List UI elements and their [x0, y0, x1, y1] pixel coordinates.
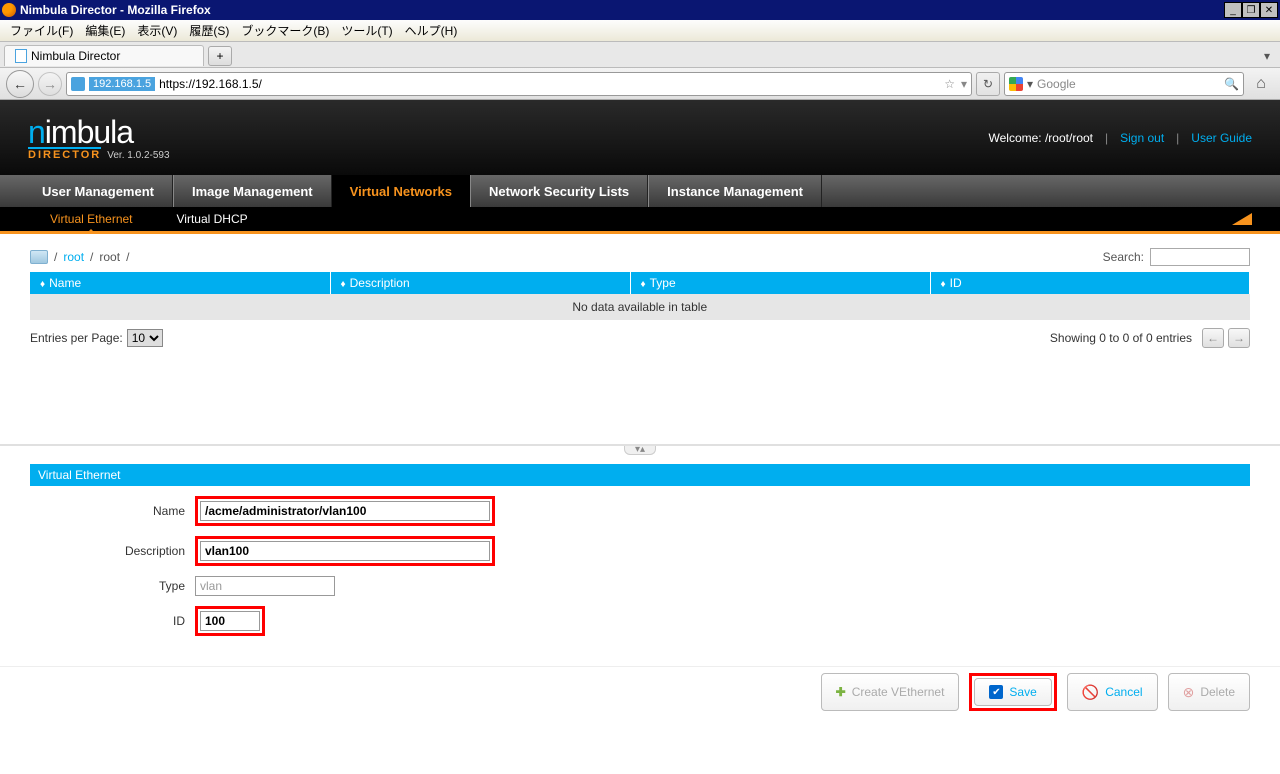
breadcrumb-root1[interactable]: root [63, 250, 84, 264]
type-input [195, 576, 335, 596]
main-nav: User Management Image Management Virtual… [0, 175, 1280, 207]
splitter[interactable]: ▾▴ [0, 444, 1280, 454]
sort-icon: ♦ [40, 279, 45, 290]
window-titlebar: Nimbula Director - Mozilla Firefox _ ❐ ✕ [0, 0, 1280, 20]
page-icon [15, 49, 27, 63]
create-vethernet-button[interactable]: ✚ Create VEthernet [821, 673, 960, 711]
id-input[interactable] [200, 611, 260, 631]
bookmark-star-icon[interactable]: ☆ [944, 77, 955, 91]
splitter-handle-icon[interactable]: ▾▴ [624, 446, 656, 455]
site-favicon [71, 77, 85, 91]
check-icon: ✔ [989, 685, 1003, 699]
search-placeholder: Google [1037, 77, 1076, 91]
search-dropdown[interactable]: ▾ [1027, 77, 1033, 91]
plus-icon: ✚ [836, 685, 846, 699]
url-host-badge: 192.168.1.5 [89, 77, 155, 91]
col-id[interactable]: ♦ID [930, 272, 1250, 294]
signout-link[interactable]: Sign out [1120, 131, 1164, 145]
search-box[interactable]: ▾ Google 🔍 [1004, 72, 1244, 96]
table-footer: Entries per Page: 10 Showing 0 to 0 of 0… [30, 328, 1250, 348]
sub-nav: Virtual Ethernet Virtual DHCP [0, 207, 1280, 234]
entries-label: Entries per Page: [30, 331, 123, 345]
pager-prev[interactable]: ← [1202, 328, 1224, 348]
name-input[interactable] [200, 501, 490, 521]
data-table: ♦Name ♦Description ♦Type ♦ID No data ava… [30, 272, 1250, 320]
type-label: Type [30, 579, 195, 593]
menu-tools[interactable]: ツール(T) [335, 20, 398, 41]
google-icon [1009, 77, 1023, 91]
nav-virtual-networks[interactable]: Virtual Networks [332, 175, 470, 207]
search-label: Search: [1103, 250, 1144, 264]
menu-file[interactable]: ファイル(F) [4, 20, 79, 41]
nav-network-security[interactable]: Network Security Lists [470, 175, 648, 207]
name-label: Name [30, 504, 195, 518]
menu-help[interactable]: ヘルプ(H) [399, 20, 464, 41]
tab-dropdown[interactable]: ▾ [1258, 49, 1276, 63]
save-button[interactable]: ✔ Save [974, 678, 1051, 706]
no-data-row: No data available in table [30, 294, 1250, 320]
forward-button[interactable]: → [38, 72, 62, 96]
reload-button[interactable]: ↻ [976, 72, 1000, 96]
menu-view[interactable]: 表示(V) [131, 20, 183, 41]
folder-icon[interactable] [30, 250, 48, 264]
window-title: Nimbula Director - Mozilla Firefox [20, 3, 211, 17]
tabbar: Nimbula Director + ▾ [0, 42, 1280, 68]
sort-icon: ♦ [941, 279, 946, 290]
id-label: ID [30, 614, 195, 628]
logo-imbula: imbula [45, 114, 133, 150]
userguide-link[interactable]: User Guide [1191, 131, 1252, 145]
form-section: Virtual Ethernet Name Description Type I… [0, 454, 1280, 666]
home-button[interactable]: ⌂ [1248, 72, 1274, 96]
delete-button[interactable]: ⊗ Delete [1168, 673, 1250, 711]
tab-title: Nimbula Director [31, 49, 120, 63]
maximize-button[interactable]: ❐ [1242, 2, 1260, 18]
pager-next[interactable]: → [1228, 328, 1250, 348]
desc-label: Description [30, 544, 195, 558]
breadcrumb-root2: root [99, 250, 120, 264]
nav-user-management[interactable]: User Management [24, 175, 173, 207]
urlbar: ← → 192.168.1.5 https://192.168.1.5/ ☆ ▾… [0, 68, 1280, 100]
menubar: ファイル(F) 編集(E) 表示(V) 履歴(S) ブックマーク(B) ツール(… [0, 20, 1280, 42]
entries-select[interactable]: 10 [127, 329, 163, 347]
menu-bookmarks[interactable]: ブックマーク(B) [235, 20, 335, 41]
url-dropdown[interactable]: ▾ [961, 77, 967, 91]
welcome-text: Welcome: /root/root [989, 131, 1093, 145]
app-header: nimbula DIRECTOR Ver. 1.0.2-593 Welcome:… [0, 100, 1280, 175]
sort-icon: ♦ [341, 279, 346, 290]
search-input[interactable] [1150, 248, 1250, 266]
sort-icon: ♦ [641, 279, 646, 290]
minimize-button[interactable]: _ [1224, 2, 1242, 18]
cancel-button[interactable]: 🚫 Cancel [1067, 673, 1158, 711]
menu-history[interactable]: 履歴(S) [183, 20, 235, 41]
search-icon[interactable]: 🔍 [1224, 77, 1239, 91]
tab-nimbula[interactable]: Nimbula Director [4, 45, 204, 66]
subnav-virtual-dhcp[interactable]: Virtual DHCP [155, 207, 270, 231]
col-description[interactable]: ♦Description [330, 272, 630, 294]
url-input[interactable]: 192.168.1.5 https://192.168.1.5/ ☆ ▾ [66, 72, 972, 96]
content-area: / root / root / Search: ♦Name ♦Descripti… [0, 234, 1280, 354]
subnav-corner [1232, 213, 1252, 225]
showing-text: Showing 0 to 0 of 0 entries [1050, 331, 1192, 345]
description-input[interactable] [200, 541, 490, 561]
action-bar: ✚ Create VEthernet ✔ Save 🚫 Cancel ⊗ Del… [0, 666, 1280, 717]
logo-version: Ver. 1.0.2-593 [107, 150, 169, 161]
new-tab-button[interactable]: + [208, 46, 232, 66]
nav-image-management[interactable]: Image Management [173, 175, 332, 207]
logo-n: n [28, 114, 45, 150]
col-type[interactable]: ♦Type [630, 272, 930, 294]
subnav-virtual-ethernet[interactable]: Virtual Ethernet [28, 207, 155, 231]
firefox-icon [2, 3, 16, 17]
menu-edit[interactable]: 編集(E) [79, 20, 131, 41]
cancel-icon: 🚫 [1082, 684, 1099, 701]
delete-icon: ⊗ [1183, 684, 1195, 701]
form-header: Virtual Ethernet [30, 464, 1250, 486]
close-button[interactable]: ✕ [1260, 2, 1278, 18]
logo-director: DIRECTOR [28, 147, 101, 161]
nav-instance-management[interactable]: Instance Management [648, 175, 822, 207]
breadcrumb: / root / root / Search: [30, 248, 1250, 266]
url-text: https://192.168.1.5/ [159, 77, 262, 91]
back-button[interactable]: ← [6, 70, 34, 98]
col-name[interactable]: ♦Name [30, 272, 330, 294]
logo: nimbula DIRECTOR Ver. 1.0.2-593 [28, 114, 170, 161]
